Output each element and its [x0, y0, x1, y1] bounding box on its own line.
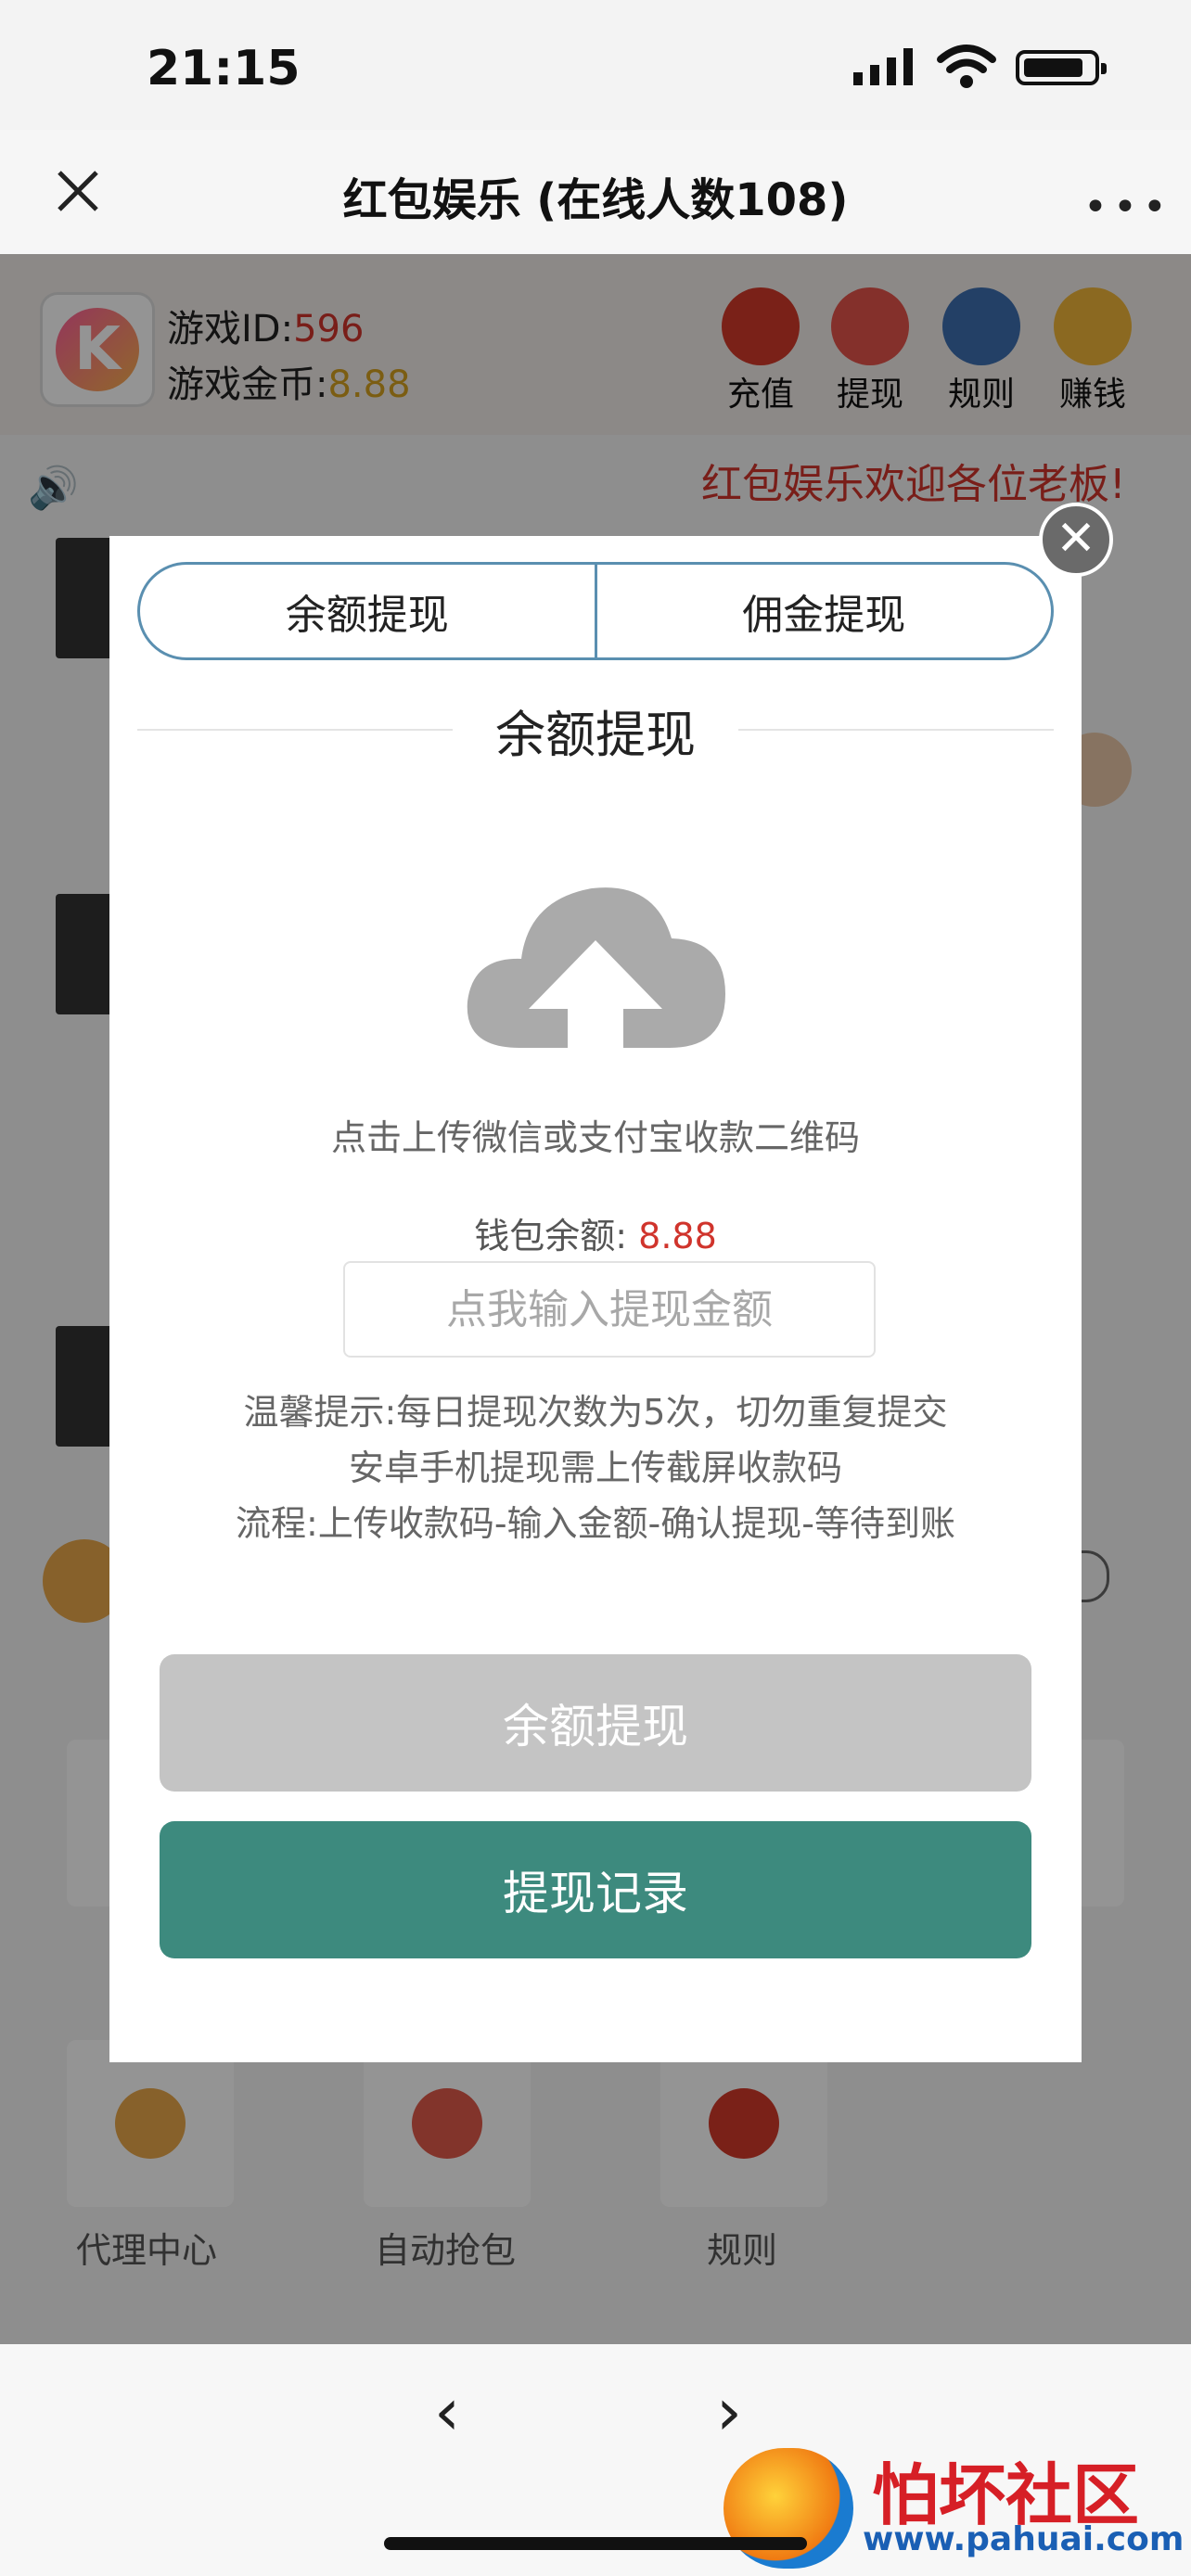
tab-balance-withdraw[interactable]: 余额提现: [140, 565, 595, 657]
tip-daily-limit: 温馨提示:每日提现次数为5次，切勿重复提交: [243, 1392, 948, 1433]
home-indicator: [384, 2537, 807, 2550]
withdraw-records-button[interactable]: 提现记录: [160, 1821, 1031, 1958]
signal-icon: [853, 48, 918, 89]
watermark-url: www.pahuai.com: [863, 2520, 1185, 2558]
withdraw-tabs: 余额提现 佣金提现: [137, 562, 1054, 660]
upload-cloud-icon[interactable]: [464, 872, 727, 1052]
close-icon[interactable]: ✕: [1039, 503, 1113, 577]
back-chevron-icon[interactable]: ‹: [434, 2374, 460, 2450]
status-time: 21:15: [147, 41, 301, 96]
amount-input[interactable]: [343, 1261, 876, 1358]
tab-commission-withdraw[interactable]: 佣金提现: [594, 565, 1052, 657]
more-icon[interactable]: •••: [1083, 184, 1172, 231]
watermark-logo: [724, 2448, 853, 2569]
battery-icon: [1016, 50, 1107, 85]
upload-hint: 点击上传微信或支付宝收款二维码: [330, 1117, 860, 1158]
section-title: 余额提现: [495, 706, 696, 764]
tip-android: 安卓手机提现需上传截屏收款码: [348, 1447, 842, 1488]
wifi-icon: [937, 43, 996, 93]
forward-chevron-icon[interactable]: ›: [716, 2374, 742, 2450]
flow-steps: 流程:上传收款码-输入金额-确认提现-等待到账: [236, 1503, 955, 1544]
page-title: 红包娱乐 (在线人数108): [342, 174, 849, 226]
withdraw-button[interactable]: 余额提现: [160, 1654, 1031, 1792]
wallet-balance: 钱包余额: 8.88: [474, 1216, 717, 1256]
